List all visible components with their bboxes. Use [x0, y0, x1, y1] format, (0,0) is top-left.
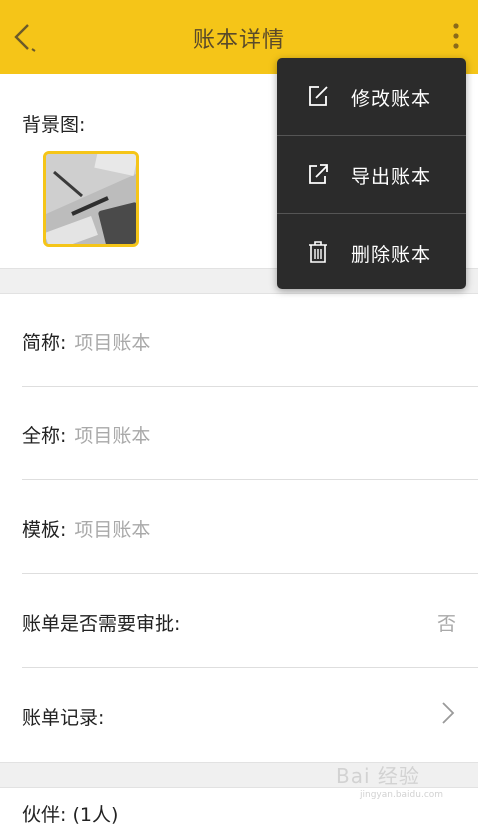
page-title: 账本详情	[192, 28, 285, 53]
menu-item-export-ledger[interactable]: 导出账本	[277, 136, 466, 213]
menu-item-label: 删除账本	[351, 244, 432, 266]
short-name-row[interactable]: 简称: 项目账本	[22, 294, 478, 387]
short-name-label: 简称:	[22, 332, 67, 354]
background-thumbnail[interactable]	[43, 151, 139, 247]
menu-item-edit-ledger[interactable]: 修改账本	[277, 58, 466, 135]
options-popup-menu: 修改账本 导出账本 删除账本	[277, 58, 466, 289]
full-name-field: 全称: 项目账本	[22, 421, 150, 448]
bill-records-row[interactable]: 账单记录:	[22, 669, 478, 762]
template-field: 模板: 项目账本	[22, 515, 150, 542]
baidu-watermark-url: jingyan.baidu.com	[360, 790, 444, 800]
short-name-field: 简称: 项目账本	[22, 328, 150, 355]
template-label: 模板:	[22, 519, 67, 541]
full-name-label: 全称:	[22, 425, 67, 447]
approval-row[interactable]: 账单是否需要审批: 否	[22, 575, 478, 668]
full-name-row[interactable]: 全称: 项目账本	[22, 387, 478, 480]
menu-item-label: 导出账本	[351, 166, 432, 188]
approval-label: 账单是否需要审批:	[22, 613, 181, 635]
template-row[interactable]: 模板: 项目账本	[22, 481, 478, 574]
trash-icon	[309, 241, 327, 263]
more-vertical-icon	[453, 23, 459, 49]
more-menu-button[interactable]	[446, 18, 466, 54]
edit-icon	[309, 86, 328, 106]
background-label: 背景图:	[22, 114, 86, 136]
menu-item-label: 修改账本	[351, 88, 432, 110]
approval-value: 否	[436, 613, 456, 635]
menu-item-delete-ledger[interactable]: 删除账本	[277, 214, 466, 291]
full-name-value: 项目账本	[74, 425, 151, 447]
baidu-watermark: Bai 经验	[336, 764, 420, 788]
bill-records-label: 账单记录:	[22, 707, 105, 729]
chevron-right-icon	[442, 702, 455, 724]
partners-row-label[interactable]: 伙伴: (1人)	[22, 800, 118, 827]
template-value: 项目账本	[74, 519, 151, 541]
export-icon	[309, 164, 328, 184]
desk-photo-image	[46, 154, 136, 244]
short-name-value: 项目账本	[74, 332, 151, 354]
